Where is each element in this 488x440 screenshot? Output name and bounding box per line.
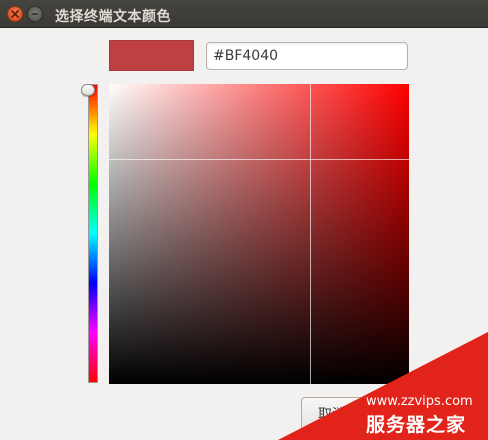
window-title: 选择终端文本颜色 — [55, 9, 171, 25]
crosshair-horizontal-line — [109, 159, 409, 160]
cancel-button[interactable]: 取消 — [301, 397, 391, 431]
minimize-button[interactable] — [27, 6, 43, 22]
crosshair-vertical-line — [310, 84, 311, 384]
hex-color-input[interactable] — [206, 42, 408, 70]
hue-slider[interactable] — [88, 84, 98, 383]
close-button[interactable] — [7, 6, 23, 22]
minimize-icon — [32, 13, 38, 15]
close-icon — [11, 10, 19, 18]
color-preview-swatch — [109, 40, 194, 71]
title-bar: 选择终端文本颜色 — [0, 0, 488, 28]
hue-slider-handle[interactable] — [81, 84, 95, 96]
saturation-value-plane[interactable] — [109, 84, 409, 384]
